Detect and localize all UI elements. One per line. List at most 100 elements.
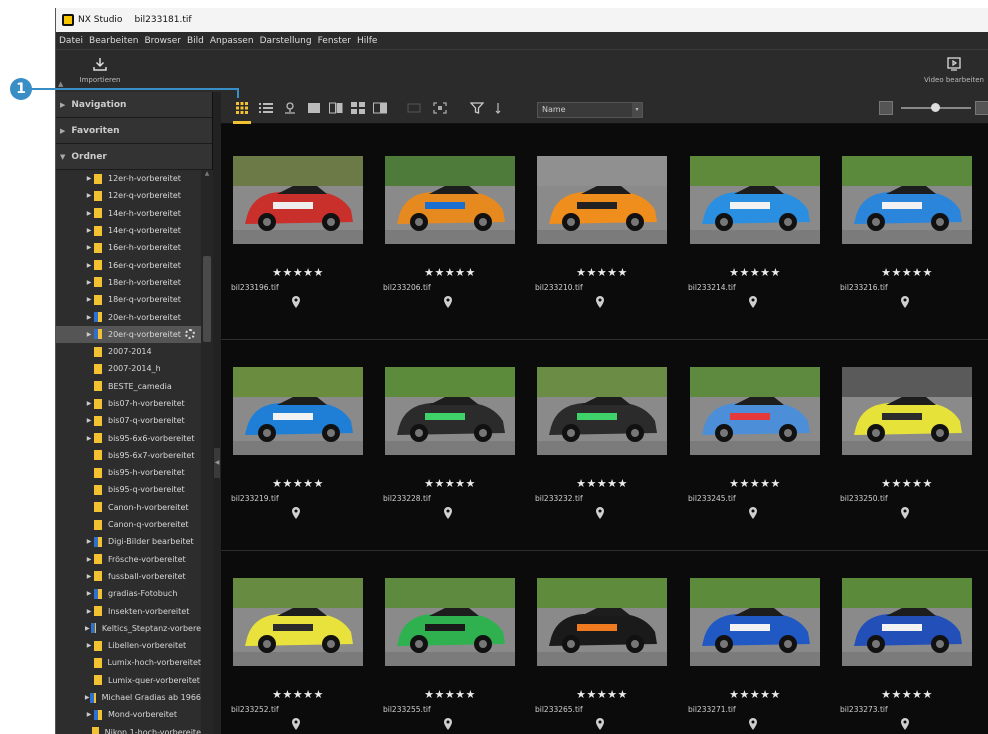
expand-arrow-icon[interactable]: ▶: [84, 210, 94, 217]
list-view-icon[interactable]: [259, 102, 273, 114]
thumbnail-cell[interactable]: ★★★★★ bil233219.tif: [221, 349, 366, 529]
scroll-up-icon[interactable]: ▲: [203, 170, 211, 180]
expand-arrow-icon[interactable]: ▶: [84, 556, 94, 563]
menu-bearbeiten[interactable]: Bearbeiten: [89, 36, 138, 46]
section-favoriten[interactable]: ▶ Favoriten: [56, 118, 212, 144]
fit-screen-icon[interactable]: [433, 102, 447, 114]
expand-arrow-icon[interactable]: ▶: [84, 400, 94, 407]
multi-compare-view-icon[interactable]: [351, 102, 365, 114]
rating-stars[interactable]: ★★★★★: [842, 477, 972, 490]
expand-arrow-icon[interactable]: ▶: [84, 417, 94, 424]
thumbnail-image[interactable]: [233, 156, 363, 244]
rating-stars[interactable]: ★★★★★: [537, 266, 667, 279]
thumbnail-image[interactable]: [690, 367, 820, 455]
menu-darstellung[interactable]: Darstellung: [260, 36, 312, 46]
expand-arrow-icon[interactable]: ▶: [84, 642, 94, 649]
rating-stars[interactable]: ★★★★★: [537, 688, 667, 701]
menu-anpassen[interactable]: Anpassen: [210, 36, 254, 46]
expand-arrow-icon[interactable]: ▶: [84, 608, 94, 615]
folder-item[interactable]: ▶ bis07-h-vorbereitet: [56, 395, 201, 412]
thumbnail-image[interactable]: [233, 367, 363, 455]
thumbnail-image[interactable]: [537, 578, 667, 666]
zoom-out-button[interactable]: [879, 101, 893, 115]
expand-arrow-icon[interactable]: ▶: [84, 538, 94, 545]
folder-item[interactable]: Canon-h-vorbereitet: [56, 499, 201, 516]
folder-item[interactable]: ▶ 20er-h-vorbereitet: [56, 308, 201, 325]
folder-item[interactable]: 2007-2014: [56, 343, 201, 360]
thumbnail-cell[interactable]: ★★★★★ bil233232.tif: [525, 349, 670, 529]
folder-item[interactable]: 2007-2014_h: [56, 360, 201, 377]
before-after-view-icon[interactable]: [373, 102, 387, 114]
rating-stars[interactable]: ★★★★★: [690, 266, 820, 279]
folder-item[interactable]: Lumix-hoch-vorbereitet: [56, 654, 201, 671]
map-view-icon[interactable]: [283, 102, 297, 114]
expand-arrow-icon[interactable]: ▶: [84, 573, 94, 580]
thumbnail-image[interactable]: [842, 578, 972, 666]
folder-item[interactable]: ▶ Libellen-vorbereitet: [56, 637, 201, 654]
thumbnail-image[interactable]: [385, 156, 515, 244]
thumbnail-cell[interactable]: ★★★★★ bil233271.tif: [678, 560, 823, 734]
folder-item[interactable]: Canon-q-vorbereitet: [56, 516, 201, 533]
thumbnail-image[interactable]: [233, 578, 363, 666]
folder-item[interactable]: ▶ Frösche-vorbereitet: [56, 551, 201, 568]
folder-item[interactable]: Nikon 1-hoch-vorbereite: [56, 724, 201, 734]
menu-browser[interactable]: Browser: [144, 36, 180, 46]
thumbnail-cell[interactable]: ★★★★★ bil233255.tif: [373, 560, 518, 734]
rating-stars[interactable]: ★★★★★: [385, 266, 515, 279]
filter-icon[interactable]: [470, 102, 484, 114]
thumbnail-cell[interactable]: ★★★★★ bil233214.tif: [678, 138, 823, 318]
thumbnail-image[interactable]: [690, 578, 820, 666]
thumbnail-cell[interactable]: ★★★★★ bil233206.tif: [373, 138, 518, 318]
section-navigation[interactable]: ▶ Navigation: [56, 92, 212, 118]
expand-arrow-icon[interactable]: ▶: [84, 279, 94, 286]
expand-arrow-icon[interactable]: ▶: [84, 227, 94, 234]
expand-arrow-icon[interactable]: ▶: [84, 296, 94, 303]
thumbnail-grid-icon[interactable]: [235, 102, 249, 114]
sort-by-select[interactable]: Name ▾: [537, 102, 643, 118]
menu-hilfe[interactable]: Hilfe: [357, 36, 377, 46]
rating-stars[interactable]: ★★★★★: [842, 688, 972, 701]
thumbnail-cell[interactable]: ★★★★★ bil233273.tif: [830, 560, 975, 734]
folder-item[interactable]: ▶ Michael Gradias ab 1966: [56, 689, 201, 706]
thumbnail-cell[interactable]: ★★★★★ bil233265.tif: [525, 560, 670, 734]
folder-scrollbar[interactable]: ▲: [201, 170, 213, 734]
thumbnail-cell[interactable]: ★★★★★ bil233228.tif: [373, 349, 518, 529]
expand-arrow-icon[interactable]: ▶: [84, 711, 94, 718]
folder-item[interactable]: ▶ 18er-h-vorbereitet: [56, 274, 201, 291]
zoom-in-button[interactable]: [975, 101, 988, 115]
folder-item[interactable]: ▶ bis07-q-vorbereitet: [56, 412, 201, 429]
rating-stars[interactable]: ★★★★★: [233, 688, 363, 701]
expand-arrow-icon[interactable]: ▶: [84, 625, 91, 632]
rating-stars[interactable]: ★★★★★: [385, 688, 515, 701]
menu-bild[interactable]: Bild: [187, 36, 204, 46]
folder-item[interactable]: bis95-6x7-vorbereitet: [56, 447, 201, 464]
rating-stars[interactable]: ★★★★★: [537, 477, 667, 490]
folder-item[interactable]: ▶ Insekten-vorbereitet: [56, 602, 201, 619]
thumbnail-cell[interactable]: ★★★★★ bil233245.tif: [678, 349, 823, 529]
folder-item[interactable]: ▶ 18er-q-vorbereitet: [56, 291, 201, 308]
rating-stars[interactable]: ★★★★★: [385, 477, 515, 490]
expand-arrow-icon[interactable]: ▶: [84, 590, 94, 597]
folder-item[interactable]: ▶ 20er-q-vorbereitet: [56, 325, 201, 343]
thumbnail-cell[interactable]: ★★★★★ bil233210.tif: [525, 138, 670, 318]
thumbnail-cell[interactable]: ★★★★★ bil233250.tif: [830, 349, 975, 529]
folder-item[interactable]: ▶ 14er-h-vorbereitet: [56, 205, 201, 222]
section-ordner[interactable]: ▼ Ordner: [56, 144, 212, 170]
panel-splitter[interactable]: ◀: [213, 92, 221, 734]
expand-arrow-icon[interactable]: ▶: [84, 435, 94, 442]
folder-item[interactable]: ▶ 12er-h-vorbereitet: [56, 170, 201, 187]
folder-item[interactable]: ▶ fussball-vorbereitet: [56, 568, 201, 585]
thumbnail-cell[interactable]: ★★★★★ bil233216.tif: [830, 138, 975, 318]
collapse-arrow-icon[interactable]: ▲: [58, 80, 63, 88]
compare-view-icon[interactable]: [329, 102, 343, 114]
rating-stars[interactable]: ★★★★★: [233, 266, 363, 279]
slideshow-icon[interactable]: [407, 102, 421, 114]
slider-handle[interactable]: [931, 103, 940, 112]
thumbnail-image[interactable]: [537, 156, 667, 244]
thumbnail-cell[interactable]: ★★★★★ bil233252.tif: [221, 560, 366, 734]
rating-stars[interactable]: ★★★★★: [690, 477, 820, 490]
single-image-view-icon[interactable]: [307, 102, 321, 114]
thumbnail-size-slider[interactable]: [879, 101, 988, 117]
folder-item[interactable]: BESTE_camedia: [56, 378, 201, 395]
folder-item[interactable]: ▶ 14er-q-vorbereitet: [56, 222, 201, 239]
